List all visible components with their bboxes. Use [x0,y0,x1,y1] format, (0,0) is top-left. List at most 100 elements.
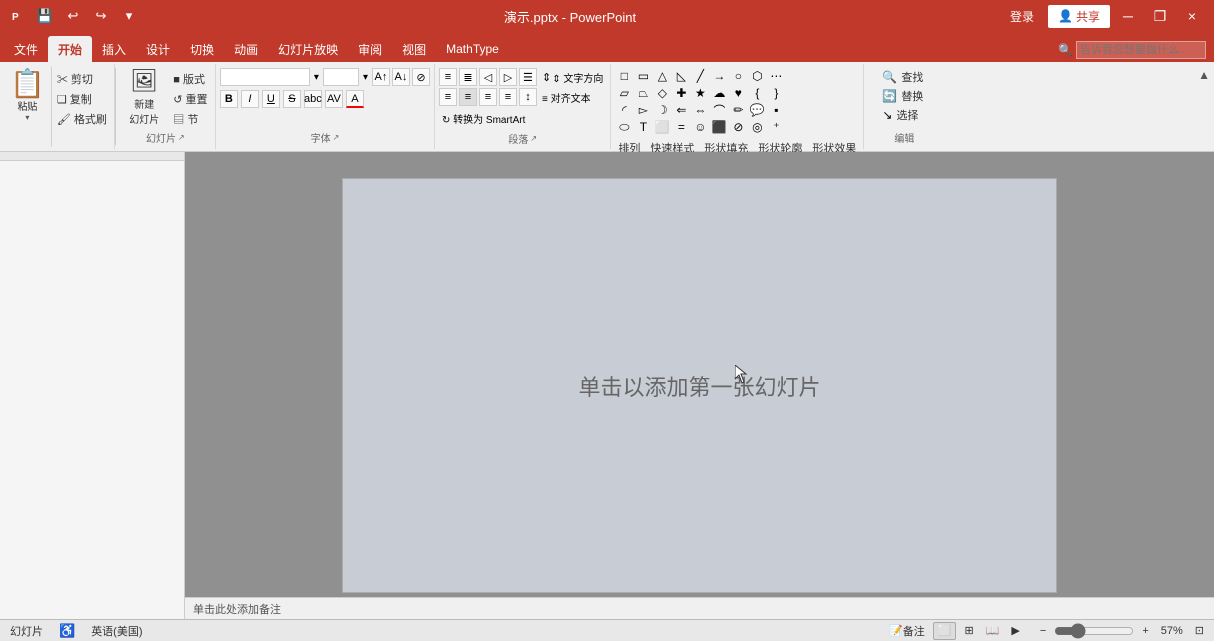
shape-roundrect[interactable]: ▭ [634,68,652,84]
undo-button[interactable]: ↩ [62,5,84,27]
tab-mathtype[interactable]: MathType [436,36,509,62]
shape-donut[interactable]: ◎ [748,119,766,135]
shape-cloud[interactable]: ☁ [710,85,728,101]
convert-smartart-button[interactable]: ↻ 转换为 SmartArt [439,110,528,127]
shape-triangle[interactable]: △ [653,68,671,84]
shape-frame[interactable]: ⬛ [710,119,728,135]
align-right-button[interactable]: ≡ [479,88,497,106]
tab-animations[interactable]: 动画 [224,36,268,62]
shape-rtriangle[interactable]: ◺ [672,68,690,84]
fit-window-button[interactable]: ⊡ [1191,622,1208,640]
clear-format-button[interactable]: ⊘ [412,68,430,86]
bullets-button[interactable]: ≡ [439,68,457,86]
zoom-level-button[interactable]: 57% [1157,622,1187,640]
numbering-button[interactable]: ≣ [459,68,477,86]
notes-toggle-button[interactable]: 📝 备注 [885,622,929,640]
save-button[interactable]: 💾 [34,5,56,27]
shape-circle[interactable]: ○ [729,68,747,84]
format-paint-button[interactable]: 🖌 格式刷 [54,110,110,128]
accessibility-button[interactable]: ♿ [55,622,79,640]
shape-oval[interactable]: ⬭ [615,119,633,135]
reading-view-button[interactable]: 📖 [982,622,1004,640]
close-button[interactable]: × [1178,6,1206,26]
customize-quick-access-button[interactable]: ▾ [118,5,140,27]
shape-arrow2[interactable]: ⇐ [672,102,690,118]
indent-less-button[interactable]: ◁ [479,68,497,86]
shape-textbox[interactable]: T [634,119,652,135]
font-expand-icon[interactable]: ↗ [333,133,340,142]
font-name-dropdown[interactable]: ▾ [312,72,321,83]
shape-callout[interactable]: 💬 [748,102,766,118]
char-space-button[interactable]: AV [325,90,343,108]
font-size-dropdown[interactable]: ▾ [361,72,370,83]
share-button[interactable]: 👤 共享 [1048,5,1110,28]
shadow-button[interactable]: abc [304,90,322,108]
tab-transitions[interactable]: 切换 [180,36,224,62]
zoom-in-button[interactable]: + [1138,622,1152,640]
slides-expand-icon[interactable]: ↗ [178,133,185,142]
shape-trap[interactable]: ⏢ [634,85,652,101]
shape-cross[interactable]: ✚ [672,85,690,101]
shape-dbl-arrow[interactable]: ⇔ [691,102,709,118]
tab-insert[interactable]: 插入 [92,36,136,62]
tab-slideshow[interactable]: 幻灯片放映 [268,36,348,62]
paste-dropdown-icon[interactable]: ▾ [25,113,29,122]
language-button[interactable]: 英语(美国) [87,622,146,640]
new-slide-button[interactable]: 🖼 新建 幻灯片 [120,66,168,128]
replace-button[interactable]: 替换 [898,87,926,105]
indent-more-button[interactable]: ▷ [499,68,517,86]
slideshow-button[interactable]: ▶ [1007,622,1023,640]
cut-button[interactable]: ✂ 剪切 [54,70,110,88]
normal-view-button[interactable]: ⬜ [933,622,957,640]
shape-rect2[interactable]: ▪ [767,102,785,118]
strikethrough-button[interactable]: S [283,90,301,108]
select-button[interactable]: 选择 [893,106,921,124]
shape-ban[interactable]: ⊘ [729,119,747,135]
shape-smiley[interactable]: ☺ [691,119,709,135]
collapse-ribbon-button[interactable]: ▲ [1194,64,1214,149]
login-button[interactable]: 登录 [1000,6,1044,27]
columns-button[interactable]: ☰ [519,68,537,86]
tab-file[interactable]: 文件 [4,36,48,62]
shape-arrow[interactable]: → [710,68,728,84]
shape-flowchart[interactable]: ⬜ [653,119,671,135]
font-color-button[interactable]: A [346,90,364,108]
slide-canvas[interactable]: 单击以添加第一张幻灯片 [342,178,1057,593]
shape-equation[interactable]: = [672,119,690,135]
layout-button[interactable]: ■ 版式 [170,70,210,88]
justify-button[interactable]: ≡ [499,88,517,106]
shape-freeform[interactable]: ✏ [729,102,747,118]
shape-arc[interactable]: ◜ [615,102,633,118]
font-name-input[interactable] [220,68,310,86]
shape-diamond[interactable]: ◇ [653,85,671,101]
restore-button[interactable]: ❐ [1146,6,1174,26]
slide-count-button[interactable]: 幻灯片 [6,622,47,640]
align-left-button[interactable]: ≡ [439,88,457,106]
shape-heart[interactable]: ♥ [729,85,747,101]
find-button[interactable]: 查找 [898,68,926,86]
font-size-input[interactable] [323,68,359,86]
shape-para[interactable]: ▱ [615,85,633,101]
paragraph-expand-icon[interactable]: ↗ [530,134,537,143]
shape-crescent[interactable]: ☽ [653,102,671,118]
tab-view[interactable]: 视图 [392,36,436,62]
shape-extra[interactable]: ⁺ [767,119,785,135]
reset-button[interactable]: ↺ 重置 [170,90,210,108]
align-text-button[interactable]: ≡ 对齐文本 [539,89,594,106]
increase-font-button[interactable]: A↑ [372,68,390,86]
underline-button[interactable]: U [262,90,280,108]
shape-line[interactable]: ╱ [691,68,709,84]
minimize-button[interactable]: ─ [1114,6,1142,26]
shape-curve[interactable]: ⌒ [710,102,728,118]
tab-review[interactable]: 审阅 [348,36,392,62]
notes-bar[interactable]: 单击此处添加备注 [185,597,1214,619]
zoom-slider[interactable] [1054,623,1134,639]
shape-brace-r[interactable]: } [767,85,785,101]
bold-button[interactable]: B [220,90,238,108]
section-button[interactable]: ▤ 节 [170,110,210,128]
shape-hexagon[interactable]: ⬡ [748,68,766,84]
decrease-font-button[interactable]: A↓ [392,68,410,86]
align-center-button[interactable]: ≡ [459,88,477,106]
text-direction-button[interactable]: ⇕ ⇕ 文字方向 [539,69,606,86]
shape-brace-l[interactable]: { [748,85,766,101]
